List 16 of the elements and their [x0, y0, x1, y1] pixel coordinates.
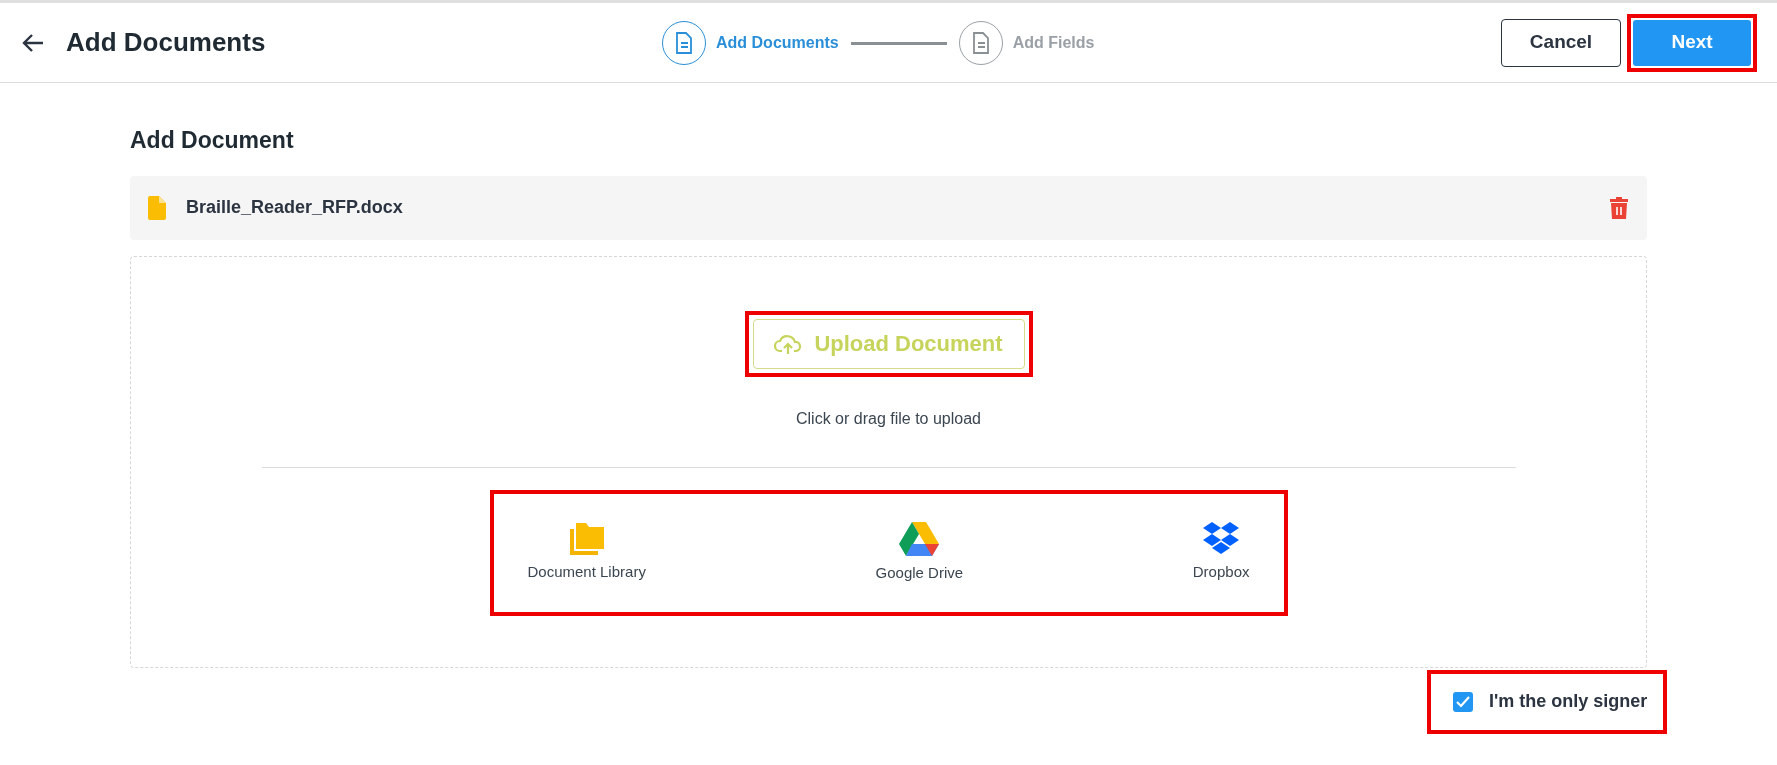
checkbox-label: I'm the only signer — [1489, 690, 1648, 713]
trash-icon[interactable] — [1609, 196, 1629, 219]
drop-zone[interactable]: Upload Document Click or drag file to upload Document Library Google Drive Dropbox — [130, 255, 1647, 668]
drive-icon — [899, 520, 940, 557]
file-name: Braille_Reader_RFP.docx — [186, 196, 403, 219]
page-title: Add Documents — [66, 26, 266, 59]
section-title: Add Document — [130, 126, 295, 155]
file-icon — [148, 195, 166, 220]
upload-hint: Click or drag file to upload — [796, 408, 981, 429]
source-option[interactable]: Dropbox — [1192, 521, 1250, 584]
cancel-button[interactable]: Cancel — [1501, 18, 1621, 67]
source-option[interactable]: Document Library — [527, 521, 646, 584]
source-option[interactable]: Google Drive — [875, 520, 964, 585]
dropbox-icon — [1202, 521, 1241, 556]
checkbox[interactable] — [1453, 691, 1473, 712]
folder-icon — [567, 521, 606, 556]
